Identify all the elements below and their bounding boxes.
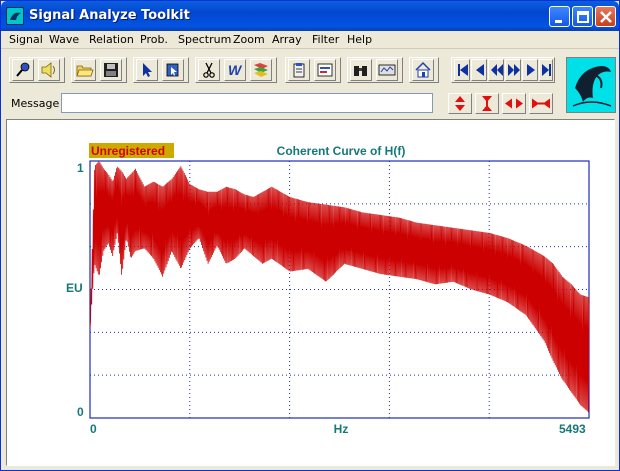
menu-filter[interactable]: Filter — [312, 33, 339, 48]
zoom-out-horizontal-button[interactable] — [502, 93, 526, 114]
menu-spectrum[interactable]: Spectrum — [178, 33, 231, 48]
record-button[interactable] — [12, 59, 34, 81]
binoculars-icon — [354, 66, 367, 76]
minimize-button[interactable] — [549, 6, 570, 27]
zoom-in-vertical-button[interactable] — [475, 93, 499, 114]
chart-button[interactable] — [314, 59, 336, 81]
x-axis-label: Hz — [334, 422, 349, 436]
app-icon[interactable] — [6, 7, 24, 25]
select-region-button[interactable] — [162, 59, 184, 81]
close-button[interactable] — [595, 6, 616, 27]
wave-button[interactable]: W — [224, 59, 246, 81]
svg-text:W: W — [228, 62, 243, 78]
pointer-arrow-icon — [143, 63, 152, 77]
coherence-chart[interactable]: Unregistered Coherent Curve of H(f) EU 1… — [7, 120, 614, 465]
close-icon — [600, 11, 612, 23]
menu-wave[interactable]: Wave — [49, 33, 79, 48]
toolbar-group-home — [409, 57, 439, 83]
toolbar-group-data — [285, 57, 341, 83]
filter-icon — [254, 63, 268, 77]
menu-signal[interactable]: Signal — [9, 33, 43, 48]
save-disk-icon — [104, 63, 118, 77]
select-region-icon — [166, 63, 179, 77]
y-axis-label: EU — [66, 281, 83, 295]
step-back-icon — [476, 64, 484, 76]
chart-icon — [317, 63, 333, 77]
plot-panel[interactable]: Unregistered Coherent Curve of H(f) EU 1… — [6, 119, 615, 466]
microphone-icon — [16, 62, 30, 77]
filter-button[interactable] — [250, 59, 272, 81]
toolbar-group-edit: W — [195, 57, 277, 83]
play-button[interactable] — [38, 59, 60, 81]
step-back-button[interactable] — [471, 59, 487, 81]
menu-zoom[interactable]: Zoom — [233, 33, 265, 48]
zoom-out-vertical-button[interactable] — [448, 93, 472, 114]
message-row: Message — [1, 91, 619, 115]
menu-relation[interactable]: Relation — [89, 33, 134, 48]
menu-array[interactable]: Array — [272, 33, 302, 48]
maximize-icon — [577, 11, 589, 23]
skip-last-button[interactable] — [539, 59, 553, 81]
monitor-icon — [378, 64, 396, 76]
speaker-icon — [41, 62, 55, 78]
skip-last-icon — [542, 64, 551, 76]
app-window: Signal Analyze Toolkit Signal Wave Relat… — [0, 0, 620, 471]
message-input[interactable] — [61, 93, 433, 113]
pointer-button[interactable] — [136, 59, 158, 81]
minimize-icon — [555, 20, 562, 23]
find-button[interactable] — [350, 59, 372, 81]
toolbar-group-select — [133, 57, 189, 83]
step-forward-button[interactable] — [522, 59, 538, 81]
open-button[interactable] — [74, 59, 96, 81]
cut-button[interactable] — [198, 59, 220, 81]
toolbar-group-audio — [9, 57, 65, 83]
save-button[interactable] — [100, 59, 122, 81]
message-label: Message — [11, 97, 60, 110]
x-tick-left: 0 — [90, 422, 97, 436]
watermark-text: Unregistered — [91, 144, 165, 158]
skip-first-button[interactable] — [454, 59, 470, 81]
fast-forward-icon — [508, 64, 520, 76]
scissors-icon — [203, 62, 215, 78]
w-wave-icon: W — [228, 62, 243, 78]
window-title: Signal Analyze Toolkit — [29, 8, 190, 23]
fast-forward-button[interactable] — [505, 59, 521, 81]
zoom-in-vertical-icon — [482, 96, 492, 111]
menu-bar: Signal Wave Relation Prob. Spectrum Zoom… — [1, 31, 619, 49]
toolbar-group-file — [71, 57, 127, 83]
y-tick-bottom: 0 — [77, 405, 84, 419]
zoom-out-horizontal-icon — [505, 98, 523, 109]
rewind-icon — [491, 64, 503, 76]
toolbar-group-view — [347, 57, 403, 83]
home-button[interactable] — [412, 59, 434, 81]
skip-first-icon — [458, 64, 468, 76]
monitor-button[interactable] — [376, 59, 398, 81]
zoom-in-horizontal-icon — [532, 98, 550, 109]
open-folder-icon — [76, 65, 94, 77]
home-icon — [415, 61, 431, 78]
clipboard-button[interactable] — [288, 59, 310, 81]
toolbar: W — [1, 51, 619, 89]
zoom-out-vertical-icon — [455, 96, 465, 111]
step-forward-icon — [527, 64, 535, 76]
x-tick-right: 5493 — [559, 422, 586, 436]
chart-title: Coherent Curve of H(f) — [277, 144, 406, 158]
clipboard-icon — [293, 63, 305, 78]
menu-prob[interactable]: Prob. — [140, 33, 168, 48]
maximize-button[interactable] — [572, 6, 593, 27]
zoom-in-horizontal-button[interactable] — [529, 93, 553, 114]
rewind-button[interactable] — [488, 59, 504, 81]
y-tick-top: 1 — [77, 161, 84, 175]
menu-help[interactable]: Help — [347, 33, 372, 48]
toolbar-group-navigation — [451, 57, 555, 83]
title-bar[interactable]: Signal Analyze Toolkit — [1, 1, 619, 31]
